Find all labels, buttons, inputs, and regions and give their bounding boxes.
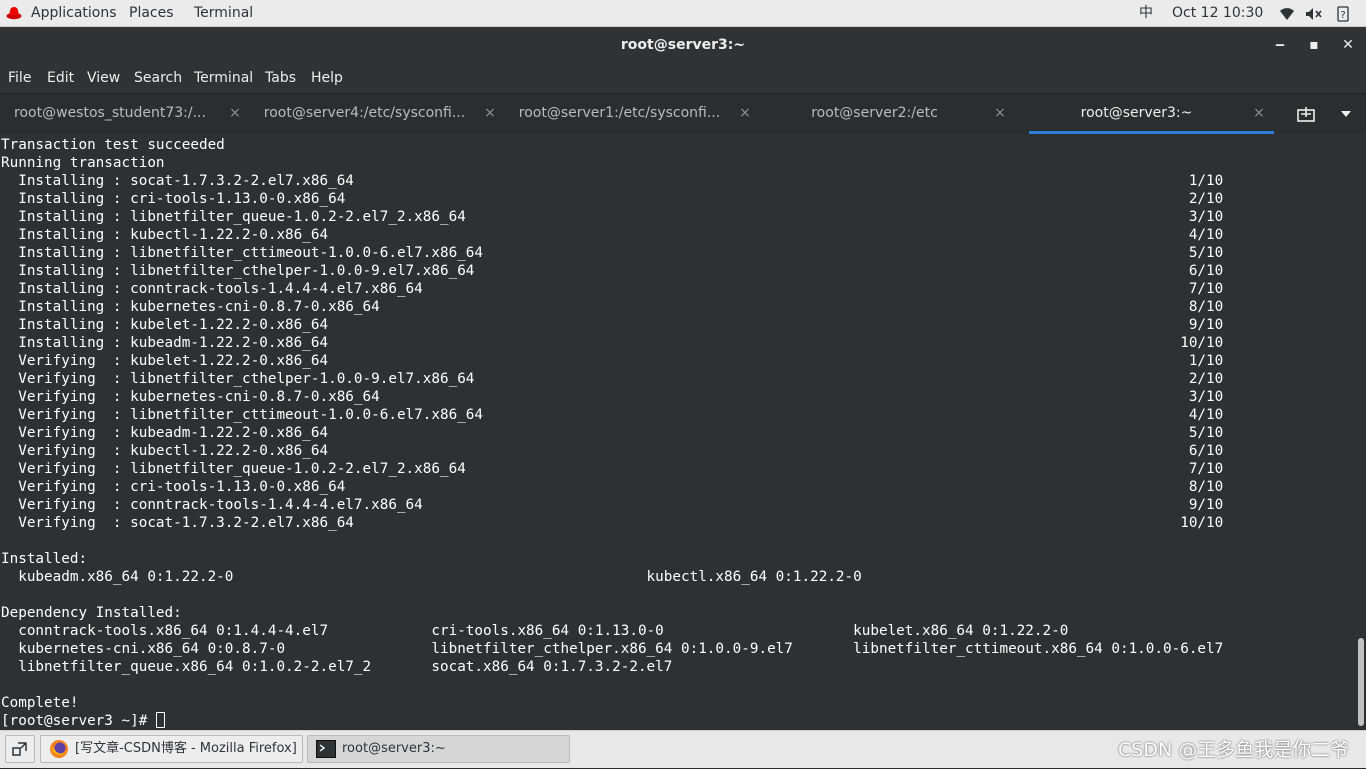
terminal-cursor: [155, 712, 165, 728]
tab-label: root@server2:/etc: [811, 105, 938, 121]
tab-server2[interactable]: root@server2:/etc ×: [764, 94, 1015, 134]
terminal-line: Transaction test succeeded: [1, 137, 225, 153]
terminal-line: Installing : cri-tools-1.13.0-0.x86_64 2…: [18, 191, 1224, 207]
tab-close-icon[interactable]: ×: [481, 94, 499, 132]
tab-label: root@server3:~: [1080, 105, 1193, 121]
terminal-line: Verifying : kubeadm-1.22.2-0.x86_64 5/10: [18, 425, 1224, 441]
clock[interactable]: Oct 12 10:30: [1172, 0, 1263, 27]
tab-server3[interactable]: root@server3:~ ×: [1029, 94, 1274, 134]
terminal-scrollbar[interactable]: [1356, 134, 1366, 730]
terminal-line: Installing : kubelet-1.22.2-0.x86_64 9/1…: [18, 317, 1224, 333]
taskbar: [写文章-CSDN博客 - Mozilla Firefox] root@serv…: [0, 730, 1366, 768]
terminal-line: Verifying : kubernetes-cni-0.8.7-0.x86_6…: [18, 389, 1224, 405]
shell-prompt: [root@server3 ~]#: [1, 713, 156, 729]
terminal-line: Verifying : libnetfilter_cthelper-1.0.0-…: [18, 371, 1224, 387]
taskbar-firefox-window[interactable]: [写文章-CSDN博客 - Mozilla Firefox]: [40, 735, 303, 763]
terminal-app-menu[interactable]: Terminal: [194, 0, 253, 27]
tab-server4[interactable]: root@server4:/etc/sysconfi... ×: [254, 94, 505, 134]
maximize-button[interactable]: ▪: [1302, 27, 1326, 64]
wifi-icon[interactable]: [1279, 7, 1295, 21]
show-desktop-icon: [12, 742, 27, 756]
menu-search[interactable]: Search: [134, 64, 182, 93]
terminal-line: Verifying : libnetfilter_queue-1.0.2-2.e…: [18, 461, 1224, 477]
close-button[interactable]: ✕: [1336, 27, 1360, 64]
terminal-line: Installing : kubeadm-1.22.2-0.x86_64 10/…: [18, 335, 1224, 351]
new-tab-icon[interactable]: [1294, 94, 1318, 134]
tab-close-icon[interactable]: ×: [736, 94, 754, 132]
terminal-line: Installing : libnetfilter_cthelper-1.0.0…: [18, 263, 1224, 279]
terminal-line: Verifying : libnetfilter_cttimeout-1.0.0…: [18, 407, 1224, 423]
terminal-line: Verifying : cri-tools-1.13.0-0.x86_64 8/…: [18, 479, 1224, 495]
terminal-line: Dependency Installed:: [1, 605, 182, 621]
terminal-line: Installing : socat-1.7.3.2-2.el7.x86_64 …: [18, 173, 1224, 189]
tab-close-icon[interactable]: ×: [226, 94, 244, 132]
menu-tabs[interactable]: Tabs: [265, 64, 296, 93]
scrollbar-thumb[interactable]: [1358, 638, 1364, 726]
terminal-line: conntrack-tools.x86_64 0:1.4.4-4.el7 cri…: [18, 623, 1069, 639]
redhat-icon[interactable]: [6, 6, 22, 21]
tab-label: root@server4:/etc/sysconfi...: [263, 105, 466, 121]
csdn-watermark: CSDN @王多鱼我是你二爷: [1118, 739, 1350, 761]
terminal-line: kubernetes-cni.x86_64 0:0.8.7-0 libnetfi…: [18, 641, 1224, 657]
tabs-menu-chevron-down-icon[interactable]: [1334, 94, 1358, 134]
terminal-log: Transaction test succeeded Running trans…: [1, 137, 1223, 711]
menubar: File Edit View Search Terminal Tabs Help: [0, 64, 1366, 93]
minimize-button[interactable]: ‒: [1268, 27, 1292, 64]
tab-close-icon[interactable]: ×: [1250, 94, 1268, 132]
terminal-line: Installing : conntrack-tools-1.4.4-4.el7…: [18, 281, 1224, 297]
terminal-line: Verifying : kubectl-1.22.2-0.x86_64 6/10: [18, 443, 1224, 459]
firefox-icon: [50, 740, 68, 758]
volume-icon[interactable]: [1305, 7, 1323, 21]
window-title: root@server3:~: [620, 37, 746, 53]
terminal-line: Installing : kubectl-1.22.2-0.x86_64 4/1…: [18, 227, 1224, 243]
terminal-line: Verifying : conntrack-tools-1.4.4-4.el7.…: [18, 497, 1224, 513]
terminal-text: Transaction test succeeded Running trans…: [1, 136, 1223, 730]
applications-menu[interactable]: Applications: [31, 0, 117, 27]
menu-file[interactable]: File: [8, 64, 31, 93]
menu-view[interactable]: View: [87, 64, 120, 93]
terminal-line: Installed:: [1, 551, 88, 567]
window-titlebar[interactable]: root@server3:~ ‒ ▪ ✕: [0, 27, 1366, 64]
terminal-icon: [316, 740, 336, 758]
terminal-line: Installing : libnetfilter_cttimeout-1.0.…: [18, 245, 1224, 261]
input-method-indicator[interactable]: 中: [1139, 0, 1153, 27]
terminal-line: Complete!: [1, 695, 79, 711]
terminal-line: Installing : kubernetes-cni-0.8.7-0.x86_…: [18, 299, 1224, 315]
tab-server1[interactable]: root@server1:/etc/sysconfi... ×: [509, 94, 760, 134]
tab-label: root@server1:/etc/sysconfi...: [518, 105, 721, 121]
terminal-line: Running transaction: [1, 155, 165, 171]
menu-help[interactable]: Help: [311, 64, 343, 93]
menu-terminal[interactable]: Terminal: [194, 64, 253, 93]
places-menu[interactable]: Places: [129, 0, 174, 27]
tab-close-icon[interactable]: ×: [991, 94, 1009, 132]
taskbar-firefox-label: [写文章-CSDN博客 - Mozilla Firefox]: [75, 741, 297, 756]
terminal-line: Verifying : socat-1.7.3.2-2.el7.x86_64 1…: [18, 515, 1224, 531]
terminal-line: kubeadm.x86_64 0:1.22.2-0 kubectl.x86_64…: [18, 569, 862, 585]
terminal-line: Verifying : kubelet-1.22.2-0.x86_64 1/10: [18, 353, 1224, 369]
tab-label: root@westos_student73:/...: [14, 105, 206, 121]
terminal-line: libnetfilter_queue.x86_64 0:1.0.2-2.el7_…: [18, 659, 673, 675]
terminal-line: Installing : libnetfilter_queue-1.0.2-2.…: [18, 209, 1224, 225]
menu-edit[interactable]: Edit: [47, 64, 74, 93]
tab-bar: root@westos_student73:/... × root@server…: [0, 93, 1366, 134]
top-panel: Applications Places Terminal 中 Oct 12 10…: [0, 0, 1366, 27]
terminal-output[interactable]: Transaction test succeeded Running trans…: [0, 134, 1356, 730]
taskbar-terminal-window[interactable]: root@server3:~: [307, 735, 570, 763]
tab-westos-student73[interactable]: root@westos_student73:/... ×: [0, 94, 250, 134]
show-desktop-button[interactable]: [5, 735, 35, 763]
power-icon[interactable]: ?: [1337, 6, 1349, 22]
svg-text:?: ?: [1340, 10, 1345, 21]
taskbar-terminal-label: root@server3:~: [342, 741, 446, 756]
